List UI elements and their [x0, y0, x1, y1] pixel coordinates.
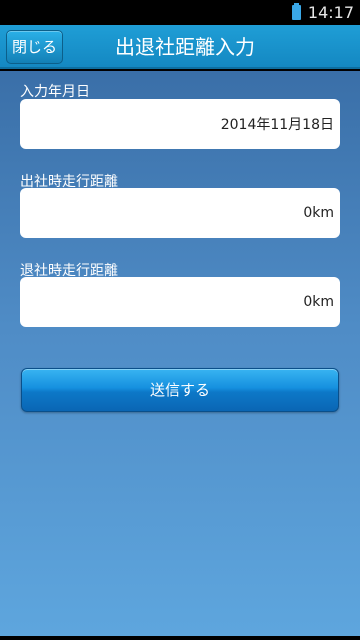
date-field[interactable]: 2014年11月18日	[20, 99, 340, 149]
departure-distance-field[interactable]: 0km	[20, 188, 340, 238]
status-bar: 14:17	[0, 0, 360, 25]
return-distance-field[interactable]: 0km	[20, 277, 340, 327]
date-value: 2014年11月18日	[220, 117, 334, 133]
bottom-edge	[0, 636, 360, 640]
departure-distance-value: 0km	[303, 205, 334, 221]
return-distance-value: 0km	[303, 294, 334, 310]
battery-icon	[291, 3, 301, 20]
submit-button[interactable]: 送信する	[21, 368, 339, 412]
close-button[interactable]: 閉じる	[6, 30, 63, 64]
status-clock: 14:17	[307, 3, 354, 22]
form-area: 入力年月日 2014年11月18日 出社時走行距離 0km 退社時走行距離 0k…	[0, 71, 360, 640]
app-header: 出退社距離入力 閉じる	[0, 25, 360, 69]
date-label: 入力年月日	[20, 84, 90, 100]
